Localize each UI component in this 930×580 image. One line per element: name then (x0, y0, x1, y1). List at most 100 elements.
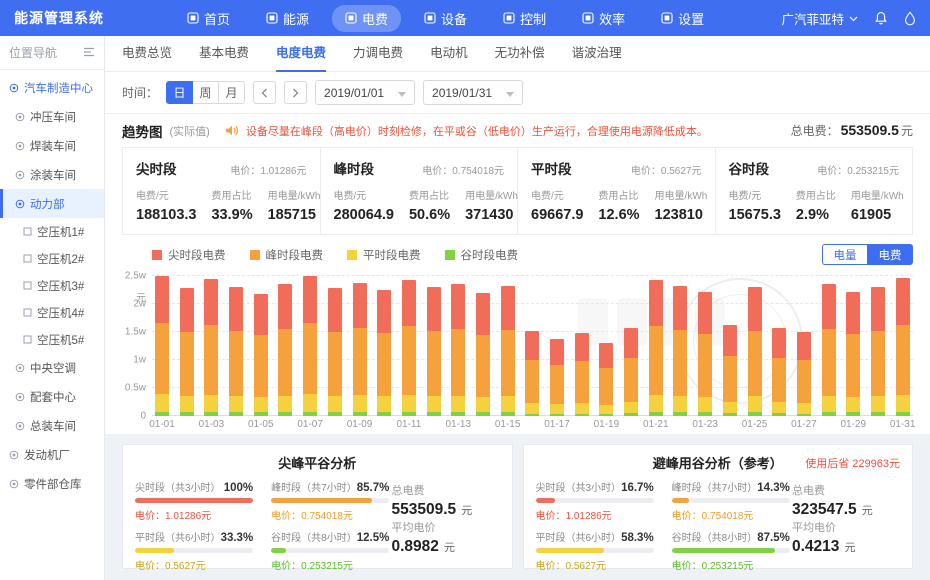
segment-flat (772, 402, 786, 413)
nav-item-label: 能源 (283, 9, 309, 28)
bar-01-27 (797, 332, 811, 416)
progress-track (672, 548, 790, 553)
analysis-panel-avoid-peak-reference: 避峰用谷分析（参考）使用后省 229963元尖时段（共3小时）16.7%电价：1… (523, 444, 914, 569)
progress-fill (271, 498, 372, 503)
bar-01-02 (180, 288, 194, 416)
metric-label: 电费/元 (136, 187, 196, 202)
legend-swatch (347, 250, 357, 260)
sidebar-item-auto-manufacturing-center[interactable]: 汽车制造中心 (0, 73, 104, 102)
sidebar-item-power-department[interactable]: 动力部 (0, 189, 104, 218)
sidebar-item-air-compressor-4[interactable]: 空压机4# (0, 299, 104, 326)
x-tick-01-30 (871, 416, 885, 430)
segment-sharp (377, 290, 391, 333)
progress-track (271, 498, 389, 503)
segment-flat (303, 394, 317, 412)
row-label: 谷时段（共8小时） (271, 529, 357, 544)
sidebar-item-air-compressor-3[interactable]: 空压机3# (0, 272, 104, 299)
water-drop-icon[interactable] (904, 11, 916, 26)
next-period-button[interactable] (284, 81, 307, 104)
location-sidebar: 位置导航 汽车制造中心冲压车间焊装车间涂装车间动力部空压机1#空压机2#空压机3… (0, 36, 105, 580)
sidebar-item-painting-shop[interactable]: 涂装车间 (0, 160, 104, 189)
nav-item-control[interactable]: 控制 (490, 5, 559, 32)
sidebar-item-central-ac[interactable]: 中央空调 (0, 353, 104, 382)
tab-harmonic-control[interactable]: 谐波治理 (572, 36, 622, 72)
mode-day-button[interactable]: 日 (166, 81, 193, 104)
tab-fee-overview[interactable]: 电费总览 (122, 36, 172, 72)
sidebar-item-final-assembly-shop[interactable]: 总装车间 (0, 411, 104, 440)
nav-item-home[interactable]: 首页 (174, 5, 243, 32)
nav-item-settings[interactable]: 设置 (648, 5, 717, 32)
sidebar-item-engine-plant[interactable]: 发动机厂 (0, 440, 104, 469)
start-date-select[interactable]: 2019/01/01 (315, 80, 415, 105)
bar-01-26 (772, 328, 786, 416)
stat-label: 总电费 (792, 482, 900, 498)
tenant-selector[interactable]: 广汽菲亚特 (781, 9, 858, 28)
segment-sharp (303, 276, 317, 323)
segment-sharp (772, 328, 786, 358)
bar-01-08 (328, 288, 342, 416)
sidebar-header: 位置导航 (0, 36, 104, 70)
bar-01-10 (377, 290, 391, 416)
bar-01-04 (229, 287, 243, 416)
row-percent: 100% (224, 482, 253, 494)
mode-month-button[interactable]: 月 (218, 81, 245, 104)
sidebar-item-air-compressor-2[interactable]: 空压机2# (0, 245, 104, 272)
segment-flat (871, 396, 885, 412)
stat-value: 323547.5 元 (792, 501, 900, 519)
sidebar-item-label: 汽车制造中心 (24, 80, 93, 96)
toggle-energy-button[interactable]: 电量 (822, 244, 868, 265)
tab-power-factor-fee[interactable]: 力调电费 (353, 36, 403, 72)
segment-sharp (254, 294, 268, 335)
sidebar-item-air-compressor-1[interactable]: 空压机1# (0, 218, 104, 245)
settings-icon (661, 12, 673, 24)
segment-peak (353, 328, 367, 395)
sidebar-item-stamping-shop[interactable]: 冲压车间 (0, 102, 104, 131)
segment-sharp (599, 343, 613, 368)
segment-peak (254, 335, 268, 397)
nav-item-devices[interactable]: 设备 (411, 5, 480, 32)
stat-label: 平均电价 (392, 519, 500, 535)
sidebar-item-label: 空压机5# (37, 332, 84, 348)
collapse-sidebar-icon[interactable] (83, 46, 95, 60)
sidebar-item-air-compressor-5[interactable]: 空压机5# (0, 326, 104, 353)
y-tick-label: 1.5w (125, 327, 146, 338)
nav-item-label: 设置 (678, 9, 704, 28)
sidebar-item-parts-warehouse[interactable]: 零件部仓库 (0, 469, 104, 498)
x-tick-01-14 (476, 416, 490, 430)
segment-peak (451, 329, 465, 396)
tab-basic-fee[interactable]: 基本电费 (199, 36, 249, 72)
location-icon (15, 363, 25, 373)
toggle-fee-button[interactable]: 电费 (867, 244, 913, 265)
time-filter-bar: 时间： 日周月 2019/01/01 2019/01/31 (105, 72, 930, 114)
location-tree: 汽车制造中心冲压车间焊装车间涂装车间动力部空压机1#空压机2#空压机3#空压机4… (0, 70, 104, 580)
tab-reactive-compensation[interactable]: 无功补偿 (495, 36, 545, 72)
end-date-select[interactable]: 2019/01/31 (423, 80, 523, 105)
row-price: 电价：0.5627元 (135, 557, 253, 572)
stat-label: 总电费 (392, 482, 500, 498)
sidebar-item-label: 动力部 (30, 196, 65, 212)
segment-flat (624, 402, 638, 413)
period-card-header: 平时段电价：0.5627元 (531, 158, 702, 178)
sidebar-item-support-center[interactable]: 配套中心 (0, 382, 104, 411)
segment-peak (772, 358, 786, 403)
nav-item-electricity-fee[interactable]: 电费 (332, 5, 401, 32)
segment-sharp (278, 284, 292, 329)
prev-period-button[interactable] (253, 81, 276, 104)
metric-label: 电费/元 (729, 187, 781, 202)
mode-week-button[interactable]: 周 (192, 81, 219, 104)
bell-icon[interactable] (874, 11, 888, 26)
nav-item-energy[interactable]: 能源 (253, 5, 322, 32)
x-tick-01-15: 01-15 (501, 416, 515, 430)
x-tick-01-09: 01-09 (353, 416, 367, 430)
y-axis-unit: 元 (136, 289, 146, 304)
nav-item-efficiency[interactable]: 效率 (569, 5, 638, 32)
stat-total-fee: 总电费553509.5 元 (392, 482, 500, 519)
nav-item-label: 首页 (204, 9, 230, 28)
x-tick-01-01: 01-01 (155, 416, 169, 430)
tab-motor[interactable]: 电动机 (430, 36, 468, 72)
bar-01-14 (476, 293, 490, 416)
segment-peak (377, 333, 391, 397)
tab-energy-fee[interactable]: 电度电费 (276, 36, 326, 72)
sidebar-item-welding-shop[interactable]: 焊装车间 (0, 131, 104, 160)
total-fee: 总电费：553509.5元 (791, 122, 913, 139)
